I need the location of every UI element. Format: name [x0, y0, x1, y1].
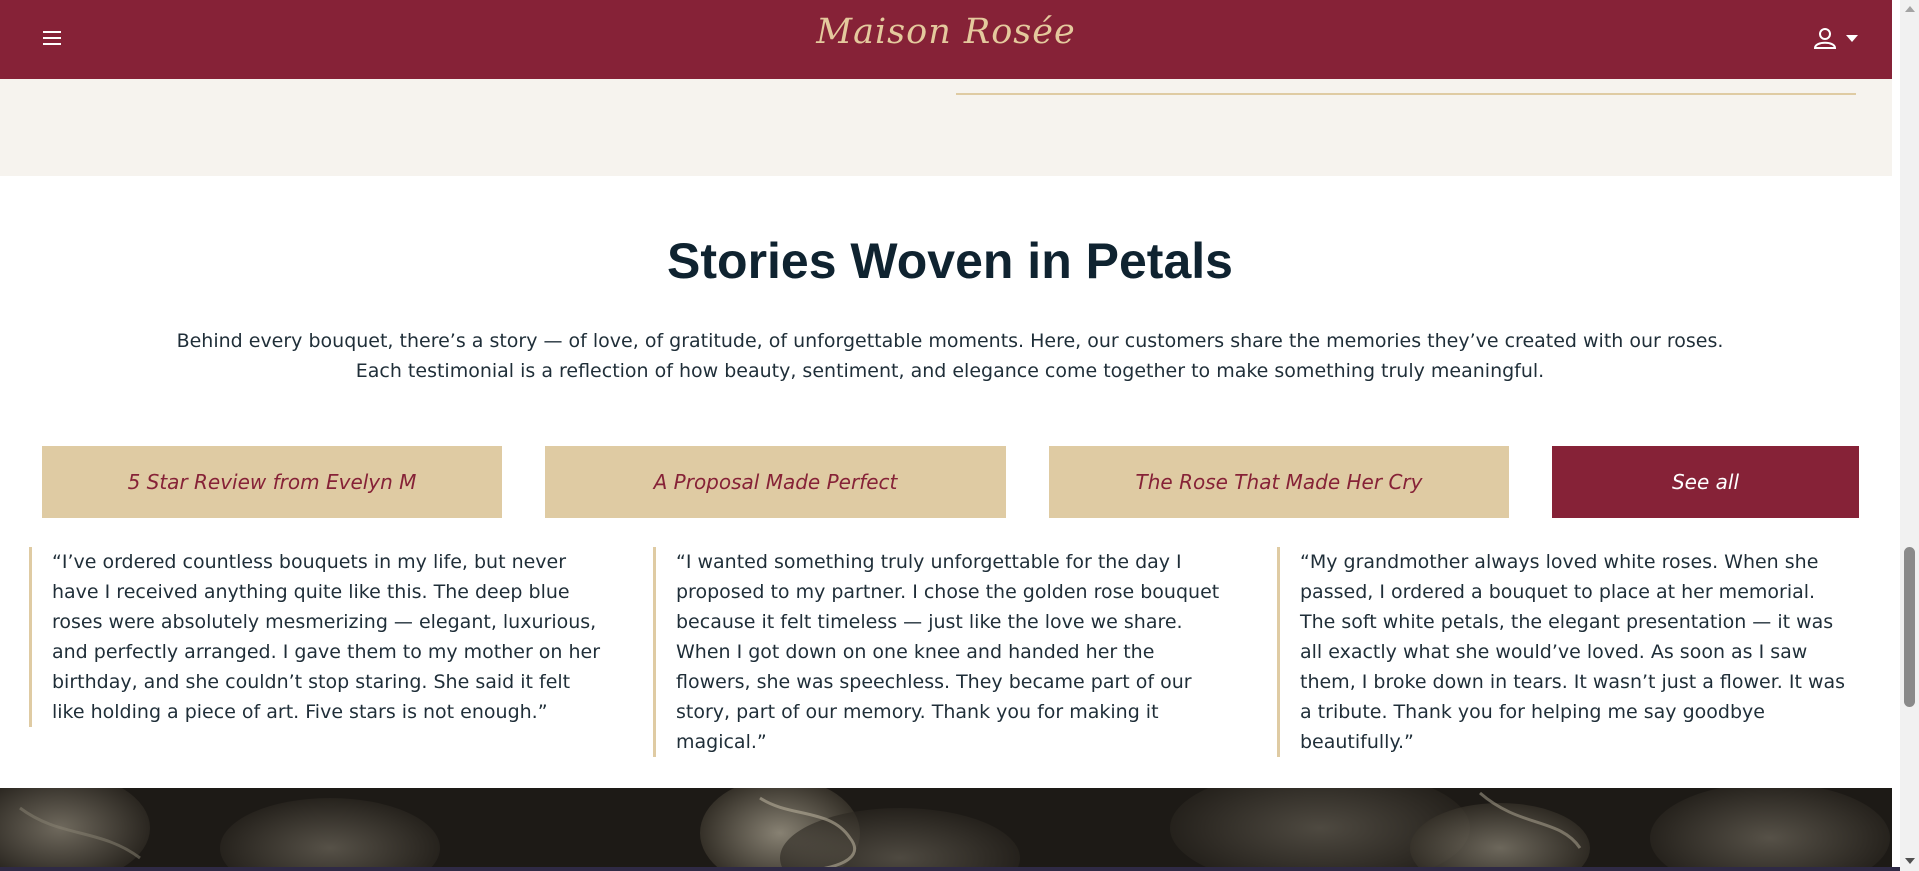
- scroll-up-arrow-icon[interactable]: [1905, 6, 1915, 12]
- previous-section-band: [0, 79, 1892, 176]
- divider: [956, 93, 1856, 95]
- site-header: Maison Rosée: [0, 0, 1892, 79]
- brand-logo[interactable]: Maison Rosée: [0, 12, 1892, 52]
- page: Maison Rosée Stories Woven in Petals Beh…: [0, 0, 1892, 871]
- scrollbar-thumb[interactable]: [1904, 547, 1915, 707]
- tab-proposal[interactable]: A Proposal Made Perfect: [545, 446, 1006, 518]
- testimonial-quote: “I’ve ordered countless bouquets in my l…: [29, 547, 607, 727]
- user-icon: [1813, 28, 1837, 49]
- tab-rose-made-her-cry[interactable]: The Rose That Made Her Cry: [1049, 446, 1509, 518]
- page-bottom-edge: [0, 867, 1919, 871]
- scroll-down-arrow-icon[interactable]: [1905, 858, 1915, 864]
- see-all-button[interactable]: See all: [1552, 446, 1859, 518]
- tab-evelyn-review[interactable]: 5 Star Review from Evelyn M: [42, 446, 502, 518]
- caret-down-icon: [1846, 35, 1858, 42]
- vertical-scrollbar[interactable]: [1900, 0, 1919, 871]
- account-menu-button[interactable]: [1812, 24, 1864, 54]
- testimonial-quote: “My grandmother always loved white roses…: [1277, 547, 1855, 757]
- roses-background-image: [0, 788, 1892, 871]
- section-title: Stories Woven in Petals: [667, 233, 1233, 289]
- section-intro: Behind every bouquet, there’s a story — …: [176, 330, 1724, 382]
- testimonial-quote: “I wanted something truly unforgettable …: [653, 547, 1231, 757]
